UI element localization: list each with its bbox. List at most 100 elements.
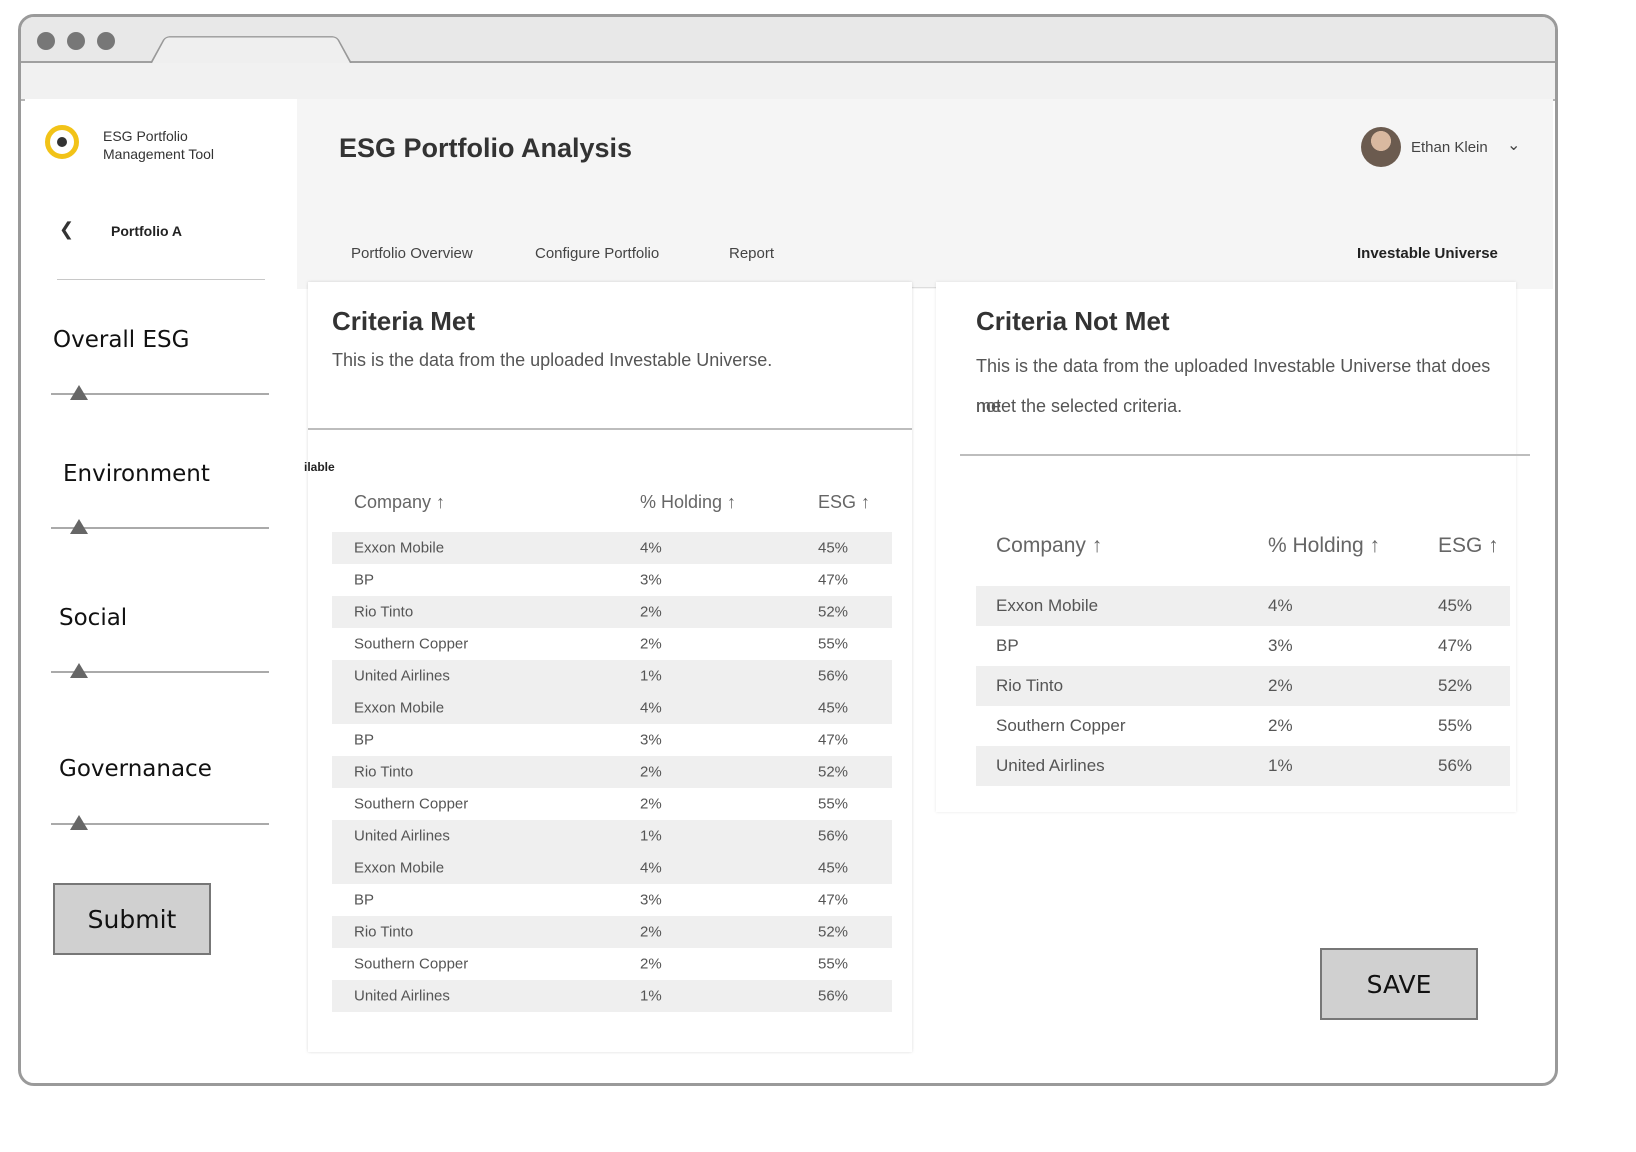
cell-holding: 2% [640, 795, 662, 813]
avatar[interactable] [1361, 127, 1401, 167]
table-row[interactable]: Exxon Mobile 4% 45% [976, 586, 1510, 626]
table-row[interactable]: United Airlines 1% 56% [976, 746, 1510, 786]
cell-esg: 45% [1438, 596, 1473, 615]
submit-button[interactable]: Submit [53, 883, 211, 955]
app-name: ESG Portfolio Management Tool [103, 127, 263, 163]
table-row[interactable]: BP 3% 47% [332, 564, 892, 596]
table-row[interactable]: United Airlines 1% 56% [332, 980, 892, 1012]
slider-thumb-overall-esg[interactable] [70, 385, 89, 400]
cell-esg: 55% [818, 955, 849, 973]
table-row[interactable]: Rio Tinto 2% 52% [332, 756, 892, 788]
tab-report[interactable]: Report [729, 245, 774, 262]
table-row[interactable]: Exxon Mobile 4% 45% [332, 532, 892, 564]
criteria-met-divider [308, 428, 912, 430]
cell-holding: 2% [640, 955, 662, 973]
cell-company: United Airlines [996, 756, 1105, 775]
sidebar: ESG Portfolio Management Tool ❮ Portfoli… [25, 99, 297, 1079]
cell-holding: 2% [1268, 716, 1293, 735]
cell-holding: 1% [640, 827, 662, 845]
app-name-line1: ESG Portfolio [103, 128, 188, 144]
close-window-icon[interactable] [37, 32, 55, 50]
browser-address-bar[interactable] [21, 63, 1555, 101]
table-row[interactable]: Rio Tinto 2% 52% [976, 666, 1510, 706]
cell-company: BP [354, 731, 375, 749]
table-row[interactable]: Southern Copper 2% 55% [976, 706, 1510, 746]
minimize-window-icon[interactable] [67, 32, 85, 50]
cell-esg: 52% [818, 923, 849, 941]
cell-esg: 56% [1438, 756, 1473, 775]
cell-esg: 55% [1438, 716, 1473, 735]
cell-company: Exxon Mobile [354, 699, 445, 717]
portfolio-name: Portfolio A [111, 223, 183, 239]
table-row[interactable]: Southern Copper 2% 55% [332, 788, 892, 820]
cell-holding: 2% [1268, 676, 1293, 695]
table-row[interactable]: United Airlines 1% 56% [332, 660, 892, 692]
table-row[interactable]: Exxon Mobile 4% 45% [332, 692, 892, 724]
cell-holding: 3% [640, 571, 662, 589]
sidebar-divider [57, 279, 265, 280]
app-name-line2: Management Tool [103, 146, 215, 162]
slider-thumb-governance[interactable] [70, 815, 89, 830]
save-button[interactable]: SAVE [1320, 948, 1478, 1020]
slider-label-environment: Environment [63, 461, 210, 487]
criteria-not-met-panel: Criteria Not Met This is the data from t… [936, 282, 1530, 812]
browser-tab[interactable] [149, 36, 353, 65]
table-row[interactable]: Southern Copper 2% 55% [332, 948, 892, 980]
cell-esg: 52% [1438, 676, 1473, 695]
column-header-company[interactable]: Company ↑ [354, 492, 445, 513]
cell-company: Exxon Mobile [354, 859, 445, 877]
chevron-left-icon[interactable]: ❮ [59, 219, 74, 240]
user-name[interactable]: Ethan Klein [1411, 139, 1488, 156]
column-header-holding[interactable]: % Holding ↑ [640, 492, 736, 513]
cell-holding: 2% [640, 603, 662, 621]
cell-esg: 52% [818, 603, 849, 621]
cell-esg: 47% [1438, 636, 1473, 655]
criteria-not-met-title: Criteria Not Met [976, 306, 1170, 336]
page-title: ESG Portfolio Analysis [339, 133, 633, 163]
table-row[interactable]: Rio Tinto 2% 52% [332, 596, 892, 628]
slider-thumb-social[interactable] [70, 663, 89, 678]
cell-company: Exxon Mobile [996, 596, 1099, 615]
cell-holding: 2% [640, 923, 662, 941]
cell-company: BP [354, 891, 375, 909]
cell-holding: 3% [640, 731, 662, 749]
criteria-met-description: This is the data from the uploaded Inves… [332, 350, 773, 370]
table-row[interactable]: BP 3% 47% [976, 626, 1510, 666]
cell-company: Rio Tinto [354, 603, 414, 621]
browser-titlebar [21, 17, 1555, 65]
table-row[interactable]: Southern Copper 2% 55% [332, 628, 892, 660]
slider-thumb-environment[interactable] [70, 519, 89, 534]
cell-company: Southern Copper [354, 635, 469, 653]
table-row[interactable]: Exxon Mobile 4% 45% [332, 852, 892, 884]
tab-portfolio-overview[interactable]: Portfolio Overview [351, 245, 473, 262]
cell-company: BP [996, 636, 1019, 655]
maximize-window-icon[interactable] [97, 32, 115, 50]
clipped-label: ilable [304, 460, 335, 474]
column-header-esg[interactable]: ESG ↑ [1438, 534, 1499, 558]
cell-esg: 55% [818, 635, 849, 653]
table-row[interactable]: Rio Tinto 2% 52% [332, 916, 892, 948]
cell-company: Southern Copper [996, 716, 1126, 735]
cell-esg: 45% [818, 539, 849, 557]
cell-holding: 4% [640, 539, 662, 557]
page-header: ESG Portfolio Analysis Ethan Klein ⌄ [297, 99, 1553, 198]
cell-esg: 47% [818, 571, 849, 589]
table-header: Company ↑ % Holding ↑ ESG ↑ [976, 534, 1510, 586]
column-header-company[interactable]: Company ↑ [996, 534, 1102, 558]
cell-esg: 45% [818, 859, 849, 877]
column-header-holding[interactable]: % Holding ↑ [1268, 534, 1380, 558]
table-row[interactable]: United Airlines 1% 56% [332, 820, 892, 852]
chevron-down-icon[interactable]: ⌄ [1507, 135, 1520, 154]
tab-bar: Portfolio Overview Configure Portfolio R… [297, 197, 1553, 289]
cell-esg: 55% [818, 795, 849, 813]
cell-holding: 2% [640, 635, 662, 653]
cell-esg: 47% [818, 891, 849, 909]
table-row[interactable]: BP 3% 47% [332, 884, 892, 916]
cell-holding: 3% [1268, 636, 1293, 655]
cell-holding: 1% [1268, 756, 1293, 775]
column-header-esg[interactable]: ESG ↑ [818, 492, 870, 513]
criteria-met-panel: Criteria Met This is the data from the u… [304, 282, 912, 1052]
table-row[interactable]: BP 3% 47% [332, 724, 892, 756]
tab-configure-portfolio[interactable]: Configure Portfolio [535, 245, 659, 262]
tab-investable-universe[interactable]: Investable Universe [1357, 245, 1498, 262]
